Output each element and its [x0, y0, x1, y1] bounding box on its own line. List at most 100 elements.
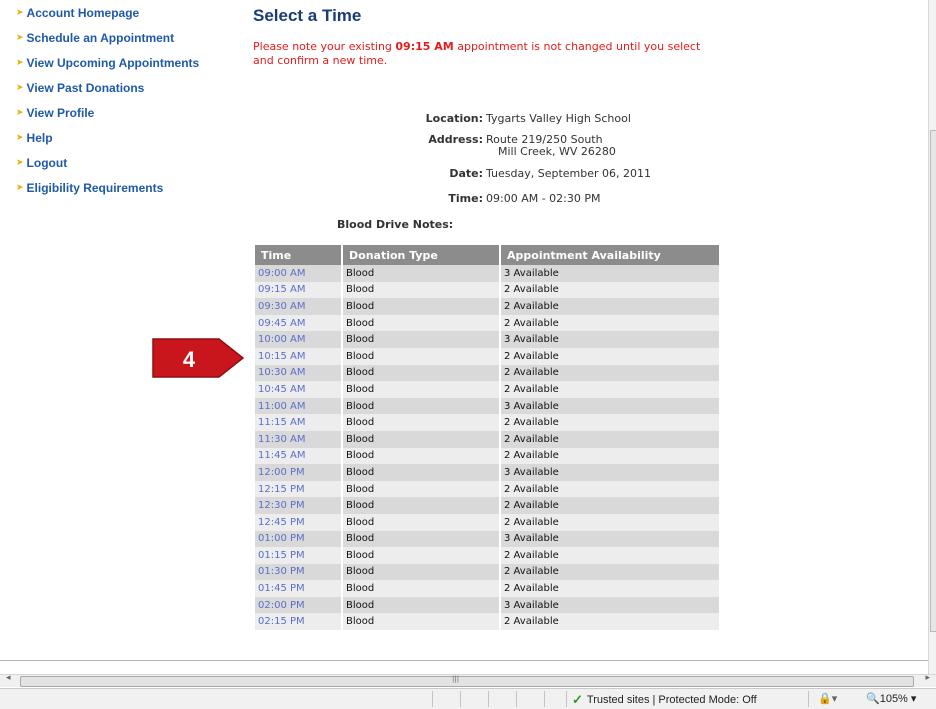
nav-help[interactable]: ➤ Help — [16, 131, 199, 156]
time-link[interactable]: 01:15 PM — [255, 547, 343, 564]
time-link[interactable]: 11:00 AM — [255, 397, 343, 415]
table-row: 09:30 AM Blood 2 Available — [255, 298, 719, 315]
time-link[interactable]: 09:00 AM — [255, 265, 343, 282]
time-label: Time: — [448, 192, 483, 205]
availability-cell: 2 Available — [500, 480, 719, 498]
status-divider — [544, 691, 545, 707]
zoom-value: 105% — [879, 693, 908, 705]
arrow-icon: ➤ — [16, 58, 24, 68]
nav-eligibility[interactable]: ➤ Eligibility Requirements — [16, 181, 199, 206]
donation-type-cell: Blood — [342, 298, 501, 315]
donation-type-cell: Blood — [342, 613, 501, 631]
time-link[interactable]: 09:15 AM — [255, 281, 343, 299]
donation-type-cell: Blood — [342, 265, 501, 282]
horizontal-scrollbar[interactable]: ◂ ||| ▸ — [0, 673, 936, 687]
column-header-donation-type[interactable]: Donation Type — [342, 245, 501, 265]
scroll-left-arrow-icon[interactable]: ◂ — [6, 673, 11, 683]
time-link[interactable]: 12:30 PM — [255, 497, 343, 514]
security-zone[interactable]: ✓ Trusted sites | Protected Mode: Off — [572, 692, 757, 708]
availability-cell: 2 Available — [500, 563, 719, 581]
time-link[interactable]: 10:00 AM — [255, 331, 343, 348]
table-row: 09:45 AM Blood 2 Available — [255, 314, 719, 332]
vertical-scrollbar[interactable] — [928, 0, 936, 674]
time-link[interactable]: 02:00 PM — [255, 596, 343, 614]
table-row: 01:30 PM Blood 2 Available — [255, 563, 719, 581]
availability-cell: 2 Available — [500, 414, 719, 431]
arrow-icon: ➤ — [16, 158, 24, 168]
time-link[interactable]: 01:00 PM — [255, 530, 343, 548]
address-line2: Mill Creek, WV 26280 — [498, 145, 616, 158]
table-row: 11:30 AM Blood 2 Available — [255, 430, 719, 448]
arrow-icon: ➤ — [16, 8, 24, 18]
horizontal-scroll-thumb[interactable] — [20, 676, 914, 687]
nav-view-upcoming[interactable]: ➤ View Upcoming Appointments — [16, 56, 199, 81]
column-header-availability[interactable]: Appointment Availability — [500, 245, 719, 265]
availability-cell: 2 Available — [500, 547, 719, 564]
time-link[interactable]: 11:15 AM — [255, 414, 343, 431]
nav-view-past-donations[interactable]: ➤ View Past Donations — [16, 81, 199, 106]
donation-type-cell: Blood — [342, 464, 501, 481]
column-header-time[interactable]: Time — [255, 245, 343, 265]
donation-type-cell: Blood — [342, 331, 501, 348]
time-link[interactable]: 12:15 PM — [255, 480, 343, 498]
availability-cell: 3 Available — [500, 331, 719, 348]
nav-view-profile[interactable]: ➤ View Profile — [16, 106, 199, 131]
donation-type-cell: Blood — [342, 563, 501, 581]
callout-number: 4 — [183, 347, 196, 372]
time-link[interactable]: 02:15 PM — [255, 613, 343, 631]
availability-cell: 2 Available — [500, 613, 719, 631]
availability-cell: 2 Available — [500, 281, 719, 299]
notice-message: Please note your existing 09:15 AM appoi… — [253, 40, 723, 68]
nav-label: View Upcoming Appointments — [26, 56, 200, 70]
arrow-icon: ➤ — [16, 133, 24, 143]
availability-cell: 2 Available — [500, 364, 719, 382]
nav-logout[interactable]: ➤ Logout — [16, 156, 199, 181]
table-row: 09:15 AM Blood 2 Available — [255, 281, 719, 299]
availability-cell: 2 Available — [500, 298, 719, 315]
availability-cell: 3 Available — [500, 464, 719, 481]
magnifier-icon: 🔍 — [866, 693, 880, 705]
donation-type-cell: Blood — [342, 513, 501, 531]
nav-label: Account Homepage — [26, 6, 140, 20]
status-divider — [516, 691, 517, 707]
nav-schedule-appointment[interactable]: ➤ Schedule an Appointment — [16, 31, 199, 56]
vertical-scroll-thumb[interactable] — [930, 130, 936, 632]
donation-type-cell: Blood — [342, 596, 501, 614]
status-divider — [488, 691, 489, 707]
time-link[interactable]: 10:30 AM — [255, 364, 343, 382]
table-row: 10:00 AM Blood 3 Available — [255, 331, 719, 348]
nav-label: Eligibility Requirements — [26, 181, 164, 195]
table-row: 12:45 PM Blood 2 Available — [255, 513, 719, 531]
security-settings-icon[interactable]: 🔒▾ — [818, 692, 837, 705]
zoom-level[interactable]: 🔍105% ▾ — [866, 692, 916, 705]
time-link[interactable]: 09:30 AM — [255, 298, 343, 315]
nav-account-homepage[interactable]: ➤ Account Homepage — [16, 6, 199, 31]
table-row: 01:15 PM Blood 2 Available — [255, 547, 719, 564]
donation-type-cell: Blood — [342, 480, 501, 498]
table-row: 10:15 AM Blood 2 Available — [255, 347, 719, 365]
time-link[interactable]: 01:45 PM — [255, 580, 343, 597]
arrow-icon: ➤ — [16, 183, 24, 193]
time-link[interactable]: 11:45 AM — [255, 447, 343, 465]
donation-type-cell: Blood — [342, 381, 501, 398]
status-divider — [808, 691, 809, 707]
availability-cell: 2 Available — [500, 430, 719, 448]
donation-type-cell: Blood — [342, 414, 501, 431]
scroll-right-arrow-icon[interactable]: ▸ — [925, 673, 930, 683]
time-link[interactable]: 01:30 PM — [255, 563, 343, 581]
location-label: Location: — [425, 112, 483, 125]
time-value: 09:00 AM - 02:30 PM — [486, 192, 601, 205]
time-link[interactable]: 10:45 AM — [255, 381, 343, 398]
time-link[interactable]: 12:45 PM — [255, 513, 343, 531]
status-divider — [566, 691, 567, 707]
availability-cell: 3 Available — [500, 530, 719, 548]
time-link[interactable]: 12:00 PM — [255, 464, 343, 481]
table-row: 09:00 AM Blood 3 Available — [255, 265, 719, 282]
time-link[interactable]: 09:45 AM — [255, 314, 343, 332]
time-link[interactable]: 11:30 AM — [255, 430, 343, 448]
time-link[interactable]: 10:15 AM — [255, 347, 343, 365]
nav-label: Help — [26, 131, 53, 145]
scroll-grip-icon: ||| — [452, 675, 460, 683]
table-row: 01:00 PM Blood 3 Available — [255, 530, 719, 548]
step-callout: 4 — [152, 338, 245, 378]
